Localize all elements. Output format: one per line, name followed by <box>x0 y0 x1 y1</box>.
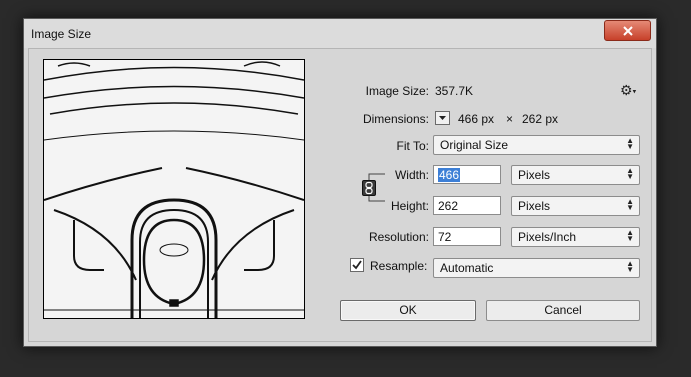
select-arrows-icon: ▲ ▼ <box>626 259 634 274</box>
resolution-unit-select[interactable]: Pixels/Inch ▲ ▼ <box>511 227 640 247</box>
height-input[interactable]: 262 <box>433 196 501 215</box>
resolution-label: Resolution: <box>368 230 429 244</box>
resample-checkbox[interactable] <box>350 258 364 272</box>
dimensions-width-value: 466 px <box>458 112 495 126</box>
close-button[interactable] <box>604 20 651 41</box>
resolution-value: 72 <box>438 230 452 244</box>
height-unit-select[interactable]: Pixels ▲ ▼ <box>511 196 640 216</box>
ok-button[interactable]: OK <box>340 300 476 321</box>
dialog-title: Image Size <box>31 27 92 41</box>
image-size-label: Image Size: <box>365 84 429 98</box>
chevron-down-icon <box>439 116 446 120</box>
width-input[interactable]: 466 <box>433 165 501 184</box>
constrain-proportions-toggle[interactable] <box>362 180 376 196</box>
image-size-dialog: Image Size Image Size: 357.7K ⚙▾ Dimensi… <box>23 18 657 347</box>
image-size-value: 357.7K <box>435 84 474 98</box>
resample-value: Automatic <box>440 261 494 275</box>
resolution-input[interactable]: 72 <box>433 227 501 246</box>
width-value: 466 <box>438 168 461 182</box>
resample-label: Resample: <box>370 259 428 273</box>
gear-icon[interactable]: ⚙▾ <box>620 82 636 99</box>
fit-to-select[interactable]: Original Size ▲ ▼ <box>433 135 640 155</box>
chain-link-icon <box>365 181 373 195</box>
dimensions-separator: × <box>506 112 514 126</box>
height-unit-value: Pixels <box>518 199 551 213</box>
width-unit-value: Pixels <box>518 168 551 182</box>
width-unit-select[interactable]: Pixels ▲ ▼ <box>511 165 640 185</box>
dimensions-label: Dimensions: <box>362 112 429 126</box>
height-value: 262 <box>438 199 459 213</box>
title-bar[interactable]: Image Size <box>24 19 656 48</box>
cancel-button[interactable]: Cancel <box>486 300 640 321</box>
dimensions-dropdown[interactable] <box>435 111 450 125</box>
select-arrows-icon: ▲ ▼ <box>626 166 634 181</box>
resolution-unit-value: Pixels/Inch <box>518 230 577 244</box>
select-arrows-icon: ▲ ▼ <box>626 228 634 243</box>
fit-to-label: Fit To: <box>396 139 429 153</box>
close-icon <box>622 25 633 36</box>
dialog-body: Image Size: 357.7K ⚙▾ Dimensions: 466 px… <box>28 48 652 342</box>
select-arrows-icon: ▲ ▼ <box>626 197 634 212</box>
preview-image <box>43 60 305 318</box>
fit-to-value: Original Size <box>440 138 509 152</box>
select-arrows-icon: ▲ ▼ <box>626 136 634 151</box>
image-preview[interactable] <box>43 59 305 319</box>
resample-select[interactable]: Automatic ▲ ▼ <box>433 258 640 278</box>
checkmark-icon <box>352 260 362 270</box>
dimensions-height-value: 262 px <box>522 112 559 126</box>
height-label: Height: <box>390 199 429 213</box>
